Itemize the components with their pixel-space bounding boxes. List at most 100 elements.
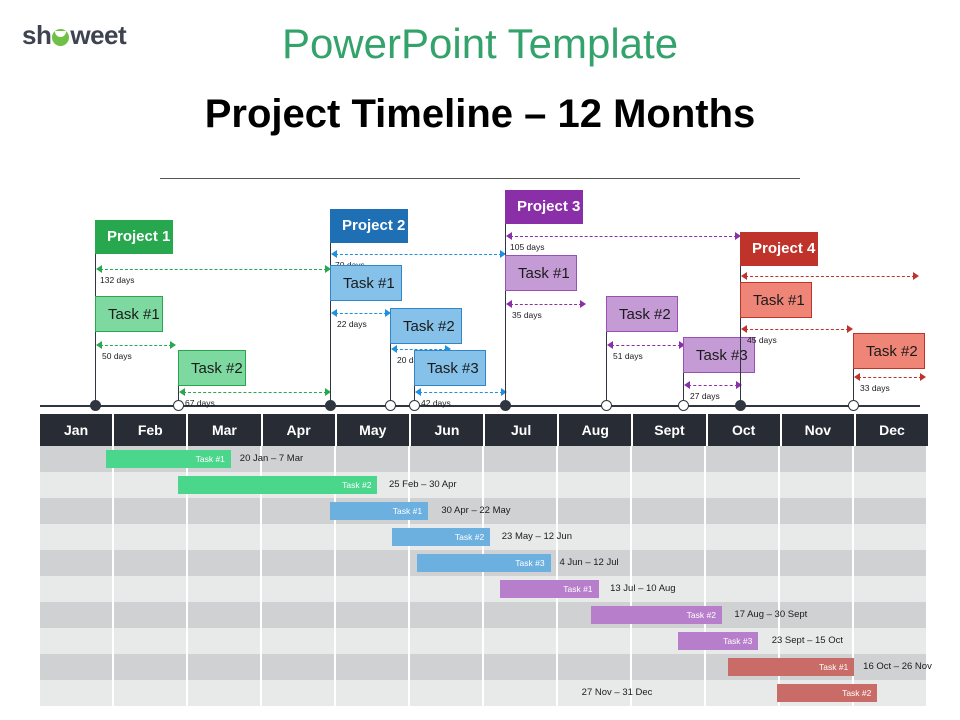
table-row: Task #3 23 Sept – 15 Oct (40, 628, 928, 654)
gantt-bar[interactable]: Task #2 (590, 606, 722, 624)
duration-label: 132 days (100, 275, 135, 285)
duration-label: 50 days (102, 351, 132, 361)
table-cell (188, 602, 262, 628)
table-cell (40, 446, 114, 472)
axis-marker (735, 400, 746, 411)
task-box[interactable]: Task #2 (178, 350, 246, 386)
table-cell (114, 576, 188, 602)
table-cell (484, 472, 558, 498)
date-range-label: 16 Oct – 26 Nov (863, 661, 932, 672)
table-cell (336, 602, 410, 628)
date-range-label: 4 Jun – 12 Jul (559, 557, 619, 568)
gantt-bar[interactable]: Task #2 (391, 528, 491, 546)
project-label-box[interactable]: Project 1 (95, 220, 173, 254)
table-cell (336, 446, 410, 472)
project-label-box[interactable]: Project 2 (330, 209, 408, 243)
table-body: Task #1 20 Jan – 7 Mar Task #2 25 Feb – 30 … (40, 446, 932, 706)
task-duration-arrow (331, 309, 391, 318)
table-cell (262, 654, 336, 680)
table-cell (410, 602, 484, 628)
task-box[interactable]: Task #2 (390, 308, 462, 344)
project-label-box[interactable]: Project 3 (505, 190, 583, 224)
project-duration-arrow (96, 265, 331, 274)
date-range-label: 13 Jul – 10 Aug (610, 583, 676, 594)
table-cell (854, 472, 928, 498)
axis-marker (385, 400, 396, 411)
task-box[interactable]: Task #1 (740, 282, 812, 318)
task-box[interactable]: Task #2 (606, 296, 678, 332)
project-label-box[interactable]: Project 4 (740, 232, 818, 266)
table-cell (336, 576, 410, 602)
task-duration-arrow (854, 373, 926, 382)
table-cell (40, 602, 114, 628)
table-cell (188, 498, 262, 524)
timeline-chart: Project 1 132 days Task #1 50 days Task #2 67… (0, 180, 960, 412)
task-box[interactable]: Task #1 (95, 296, 163, 332)
task-box[interactable]: Task #2 (853, 333, 925, 369)
gantt-bar[interactable]: Task #1 (330, 502, 429, 520)
axis-marker (601, 400, 612, 411)
table-cell (558, 628, 632, 654)
table-cell (188, 524, 262, 550)
page-subtitle: PowerPoint Template (281, 20, 679, 67)
table-cell (188, 680, 262, 706)
table-cell (484, 446, 558, 472)
gantt-bar[interactable]: Task #2 (177, 476, 378, 494)
table-cell (780, 524, 854, 550)
table-cell (632, 654, 706, 680)
table-cell (188, 654, 262, 680)
gantt-bar[interactable]: Task #1 (499, 580, 599, 598)
table-cell (706, 680, 780, 706)
table-cell (410, 446, 484, 472)
table-cell (262, 680, 336, 706)
table-cell (632, 550, 706, 576)
duration-label: 105 days (510, 242, 545, 252)
table-cell (780, 472, 854, 498)
task-box[interactable]: Task #3 (683, 337, 755, 373)
task-duration-arrow (506, 300, 586, 309)
table-cell (558, 498, 632, 524)
table-cell (40, 472, 114, 498)
axis-marker (173, 400, 184, 411)
table-cell (188, 576, 262, 602)
table-cell (40, 576, 114, 602)
project-duration-arrow (331, 250, 506, 259)
gantt-bar[interactable]: Task #1 (105, 450, 231, 468)
table-cell (854, 602, 928, 628)
table-cell (336, 550, 410, 576)
table-cell (558, 446, 632, 472)
month-header-cell: Jan (40, 414, 115, 446)
table-cell (780, 550, 854, 576)
table-cell (262, 524, 336, 550)
page-title: Project Timeline – 12 Months (204, 92, 756, 136)
task-box-label: Task #1 (343, 275, 395, 292)
table-cell (262, 498, 336, 524)
table-cell (410, 654, 484, 680)
table-cell (706, 550, 780, 576)
table-cell (262, 576, 336, 602)
task-duration-arrow (741, 325, 853, 334)
duration-label: 51 days (613, 351, 643, 361)
table-cell (114, 654, 188, 680)
table-cell (706, 446, 780, 472)
task-box[interactable]: Task #1 (330, 265, 402, 301)
title-divider (160, 178, 800, 179)
gantt-bar[interactable]: Task #3 (417, 554, 551, 572)
timeline-axis (40, 405, 920, 407)
task-box[interactable]: Task #3 (414, 350, 486, 386)
month-header-cell: Dec (879, 422, 905, 438)
gantt-bar[interactable]: Task #2 (777, 684, 878, 702)
table-cell (114, 550, 188, 576)
gantt-bar[interactable]: Task #1 (728, 658, 855, 676)
table-row: Task #1 20 Jan – 7 Mar (40, 446, 928, 472)
table-cell (854, 446, 928, 472)
month-header-cell: Mar (188, 414, 263, 446)
task-box-label: Task #3 (427, 360, 479, 377)
gantt-bar[interactable]: Task #3 (677, 632, 759, 650)
table-cell (262, 550, 336, 576)
task-box[interactable]: Task #1 (505, 255, 577, 291)
table-cell (188, 550, 262, 576)
table-cell (632, 524, 706, 550)
task-box-label: Task #1 (518, 265, 570, 282)
table-cell (632, 472, 706, 498)
